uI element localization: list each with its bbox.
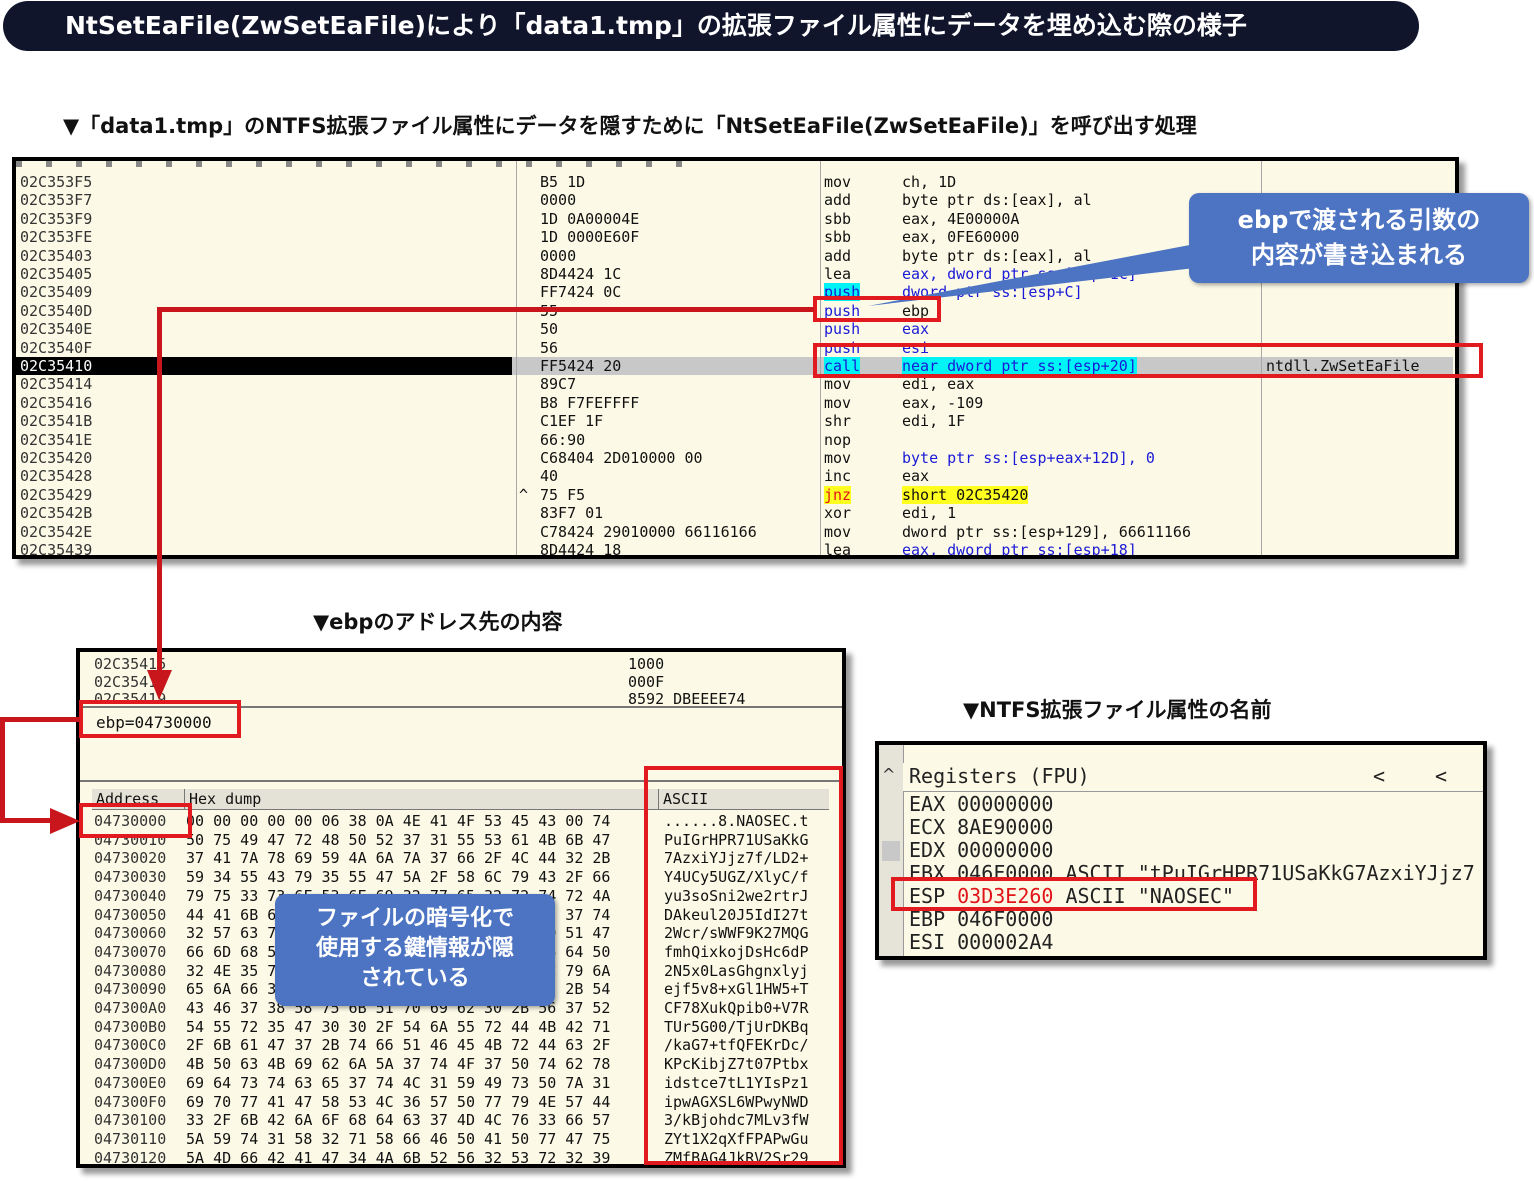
connector-line (0, 717, 5, 823)
connector-arrows (50, 670, 172, 834)
connector-line (0, 717, 80, 722)
arrow-right-icon (50, 808, 80, 834)
connector-line (0, 818, 54, 823)
arrow-down-icon (147, 670, 172, 700)
